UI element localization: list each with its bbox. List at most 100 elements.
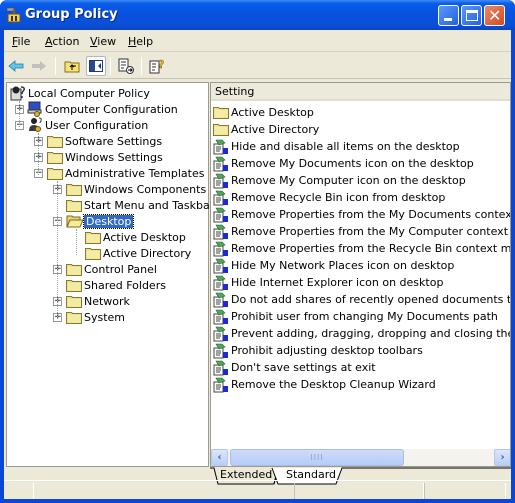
scroll-right-button[interactable]: › — [494, 449, 510, 466]
list-item[interactable]: Remove Properties from the Recycle Bin c… — [213, 240, 510, 257]
list-item[interactable]: Active Desktop — [213, 104, 314, 121]
policy-setting-icon — [213, 377, 229, 393]
group-policy-window: Group Policy ✕ File Action View Help ? L… — [0, 0, 515, 503]
menu-bar: File Action View Help — [4, 30, 511, 52]
folder-icon — [66, 263, 82, 276]
maximize-button[interactable] — [461, 5, 482, 26]
policy-setting-icon — [213, 275, 229, 291]
menu-file[interactable]: File — [12, 35, 30, 48]
list-item-label: Hide Internet Explorer icon on desktop — [231, 276, 444, 289]
tree-item-label: Active Desktop — [103, 230, 186, 244]
list-item[interactable]: Remove Properties from the My Documents … — [213, 206, 510, 223]
tree-connector-line — [38, 133, 39, 175]
tree-item[interactable]: Start Menu and Taskbar — [66, 197, 216, 213]
column-header-setting[interactable]: Setting — [211, 83, 510, 101]
title-bar[interactable]: Group Policy ✕ — [0, 0, 515, 30]
window-title: Group Policy — [25, 7, 118, 22]
settings-list-pane[interactable]: Setting Active Desktop Active Directory Hi… — [210, 82, 511, 467]
tree-item-label: System — [84, 310, 126, 324]
folder-icon — [66, 183, 82, 196]
menu-action[interactable]: Action — [45, 35, 79, 48]
list-item[interactable]: Remove My Computer icon on the desktop — [213, 172, 466, 189]
tree-item-label: Software Settings — [65, 134, 163, 148]
tree-item[interactable]: Control Panel — [66, 261, 159, 277]
policy-setting-icon — [213, 360, 229, 376]
policy-setting-icon — [213, 309, 229, 325]
list-item[interactable]: Prohibit user from changing My Documents… — [213, 308, 498, 325]
tree-item-label: Network — [84, 294, 130, 308]
tree-item-label: Administrative Templates — [65, 166, 205, 180]
policy-icon — [10, 85, 26, 101]
folder-icon — [47, 135, 63, 148]
console-tree-pane[interactable]: Local Computer Policy Computer Configurat… — [6, 82, 214, 467]
list-item[interactable]: Prohibit adjusting desktop toolbars — [213, 342, 423, 359]
computer-config-icon — [27, 101, 43, 117]
chevron-left-icon: ‹ — [217, 452, 222, 463]
tree-item[interactable]: Windows Components — [66, 181, 208, 197]
list-item-label: Remove Recycle Bin icon from desktop — [231, 191, 446, 204]
status-cell — [294, 483, 424, 499]
list-item-label: Don't save settings at exit — [231, 361, 376, 374]
tree-item[interactable]: Local Computer Policy — [10, 85, 152, 101]
up-one-level-button[interactable] — [62, 56, 82, 76]
menu-view-label: iew — [97, 35, 117, 48]
console-tree-icon — [89, 60, 103, 72]
list-item[interactable]: Do not add shares of recently opened doc… — [213, 291, 510, 308]
status-cell — [424, 483, 506, 499]
minimize-button[interactable] — [438, 5, 459, 26]
list-item[interactable]: Remove My Documents icon on the desktop — [213, 155, 474, 172]
tree-item[interactable]: Desktop — [66, 213, 135, 229]
list-item-label: Hide and disable all items on the deskto… — [231, 140, 460, 153]
policy-setting-icon — [213, 258, 229, 274]
scroll-left-button[interactable]: ‹ — [211, 449, 228, 466]
list-item[interactable]: Remove Recycle Bin icon from desktop — [213, 189, 445, 206]
export-list-icon — [118, 58, 134, 74]
tree-connector-line — [76, 229, 77, 255]
menu-view[interactable]: View — [90, 35, 116, 48]
folder-icon — [66, 199, 82, 212]
forward-button[interactable] — [29, 56, 49, 76]
policy-setting-icon — [213, 190, 229, 206]
list-item[interactable]: Active Directory — [213, 121, 319, 138]
tree-item[interactable]: Network — [66, 293, 132, 309]
help-button[interactable]: ? — [147, 56, 167, 76]
tree-item[interactable]: Software Settings — [47, 133, 164, 149]
policy-setting-icon — [213, 326, 229, 342]
folder-up-icon — [64, 61, 80, 73]
tree-item-label: User Configuration — [45, 118, 149, 132]
status-cell — [4, 483, 34, 499]
show-hide-console-tree-button[interactable] — [86, 56, 106, 76]
list-item[interactable]: Hide and disable all items on the deskto… — [213, 138, 460, 155]
list-item[interactable]: Remove the Desktop Cleanup Wizard — [213, 376, 436, 393]
close-icon: ✕ — [488, 6, 502, 25]
tree-item[interactable]: Active Directory — [85, 245, 193, 261]
list-item[interactable]: Hide Internet Explorer icon on desktop — [213, 274, 443, 291]
tree-item-label: Shared Folders — [84, 278, 166, 292]
tree-item[interactable]: Administrative Templates — [47, 165, 207, 181]
status-bar — [4, 480, 511, 499]
folder-icon — [66, 295, 82, 308]
tree-item[interactable]: User Configuration — [27, 117, 150, 133]
tree-item[interactable]: Shared Folders — [66, 277, 168, 293]
list-item-label: Remove the Desktop Cleanup Wizard — [231, 378, 436, 391]
folder-icon — [47, 167, 63, 180]
back-button[interactable] — [6, 56, 26, 76]
list-item[interactable]: Don't save settings at exit — [213, 359, 376, 376]
list-item[interactable]: Prevent adding, dragging, dropping and c… — [213, 325, 510, 342]
list-item-label: Remove Properties from the My Computer c… — [231, 225, 510, 238]
tree-item[interactable]: System — [66, 309, 127, 325]
tree-item-label: Local Computer Policy — [28, 86, 150, 100]
menu-help[interactable]: Help — [128, 35, 153, 48]
list-item[interactable]: Remove Properties from the My Computer c… — [213, 223, 510, 240]
list-item-label: Active Directory — [231, 123, 320, 136]
tree-item[interactable]: Active Desktop — [85, 229, 188, 245]
close-button[interactable]: ✕ — [484, 5, 505, 26]
tree-item[interactable]: Windows Settings — [47, 149, 165, 165]
scrollbar-thumb[interactable]: IIII — [230, 449, 404, 466]
horizontal-scrollbar[interactable]: ‹ IIII › — [211, 449, 510, 466]
list-item[interactable]: Hide My Network Places icon on desktop — [213, 257, 454, 274]
menu-help-label: elp — [136, 35, 154, 48]
export-list-button[interactable] — [116, 56, 136, 76]
folder-open-icon — [66, 214, 84, 228]
tree-item[interactable]: Computer Configuration — [27, 101, 180, 117]
